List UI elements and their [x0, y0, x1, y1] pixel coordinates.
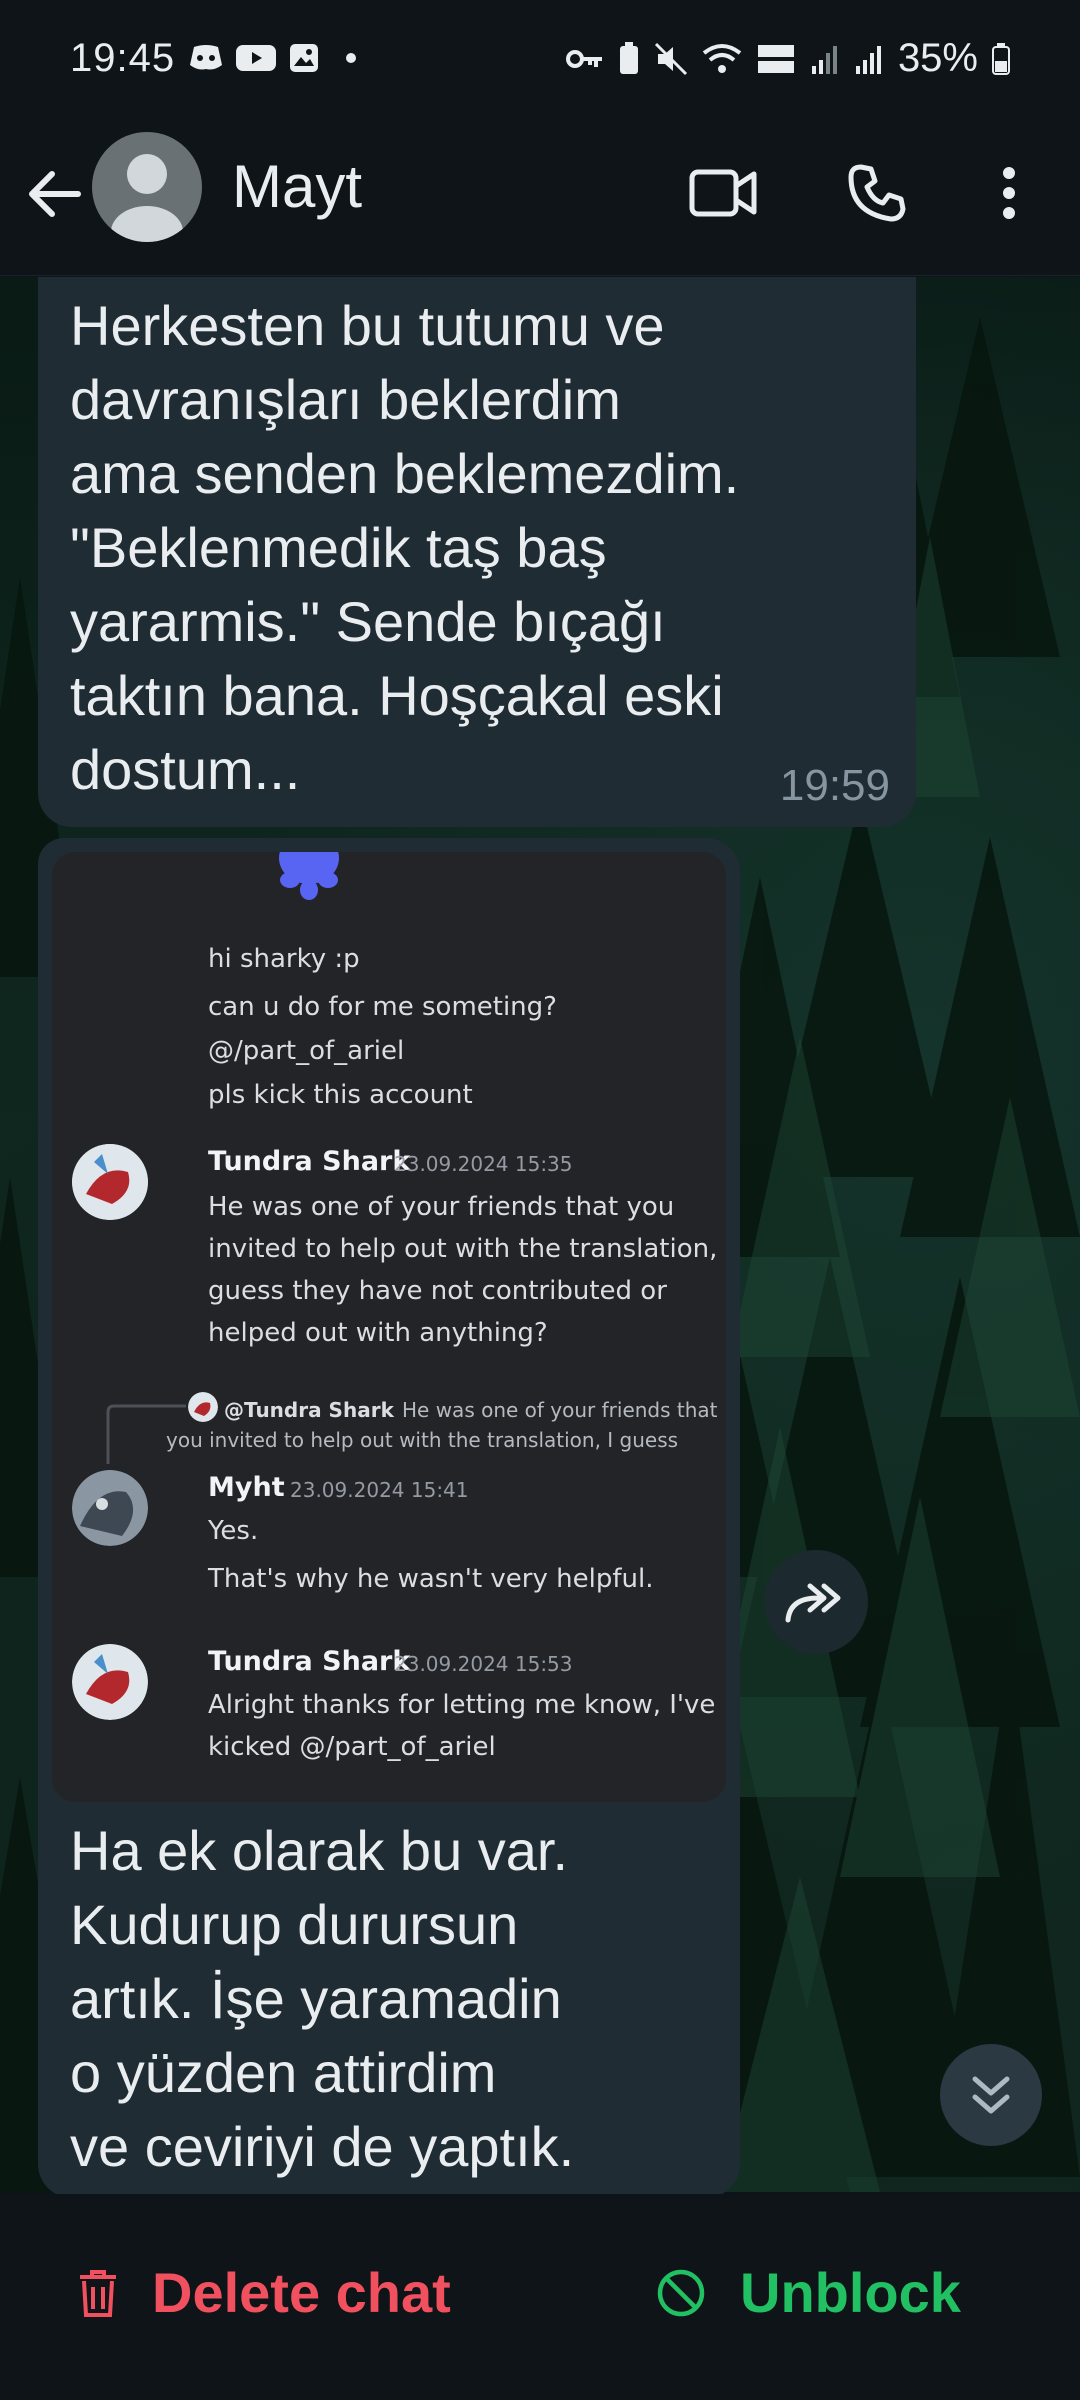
dot-icon — [346, 53, 356, 63]
signal1-icon — [811, 45, 837, 74]
screenshot-line: @/part_of_ariel — [208, 1036, 405, 1066]
avatar[interactable] — [92, 132, 202, 242]
youtube-icon — [236, 45, 276, 71]
message-time: 19:59 — [779, 761, 890, 810]
unblock-button[interactable]: Unblock — [656, 2260, 961, 2325]
status-time: 19:45 — [70, 36, 176, 80]
back-button[interactable] — [22, 162, 86, 226]
image-message-bubble[interactable]: hi sharky :p can u do for me someting? @… — [38, 838, 740, 2198]
post-line: helped out with anything? — [208, 1318, 548, 1348]
myht-avatar — [72, 1470, 148, 1546]
trash-icon — [80, 2269, 116, 2317]
more-vert-icon — [1003, 167, 1015, 219]
tundra-shark-avatar — [72, 1144, 148, 1220]
post-line: Alright thanks for letting me know, I've — [208, 1690, 716, 1720]
post-author: Tundra Shark — [208, 1146, 411, 1177]
attached-screenshot[interactable]: hi sharky :p can u do for me someting? @… — [52, 852, 726, 1802]
post-line: Yes. — [208, 1516, 259, 1546]
post-line: guess they have not contributed or — [208, 1276, 667, 1306]
message-text: Herkesten bu tutumu ve davranışları bekl… — [70, 294, 740, 801]
discord-icon — [190, 45, 222, 70]
volte-icon — [757, 44, 794, 73]
forward-button[interactable] — [764, 1550, 868, 1654]
voice-call-button[interactable] — [832, 148, 922, 238]
phone-icon — [848, 164, 906, 222]
delete-chat-label: Delete chat — [152, 2261, 451, 2324]
message-bubble[interactable]: Herkesten bu tutumu ve davranışları bekl… — [38, 277, 916, 827]
post-time: 23.09.2024 15:35 — [394, 1152, 573, 1176]
screenshot-line: pls kick this account — [208, 1080, 473, 1110]
avatar-icon — [111, 154, 183, 242]
status-bar: 19:45 35% — [0, 0, 1080, 120]
key-icon — [565, 49, 602, 68]
post-time: 23.09.2024 15:41 — [290, 1478, 469, 1502]
chat-header: Mayt — [0, 120, 1080, 276]
message-caption: Ha ek olarak bu var. Kudurup durursun ar… — [70, 1814, 720, 2184]
wifi-icon — [702, 43, 742, 73]
reply-preview: He was one of your friends that — [402, 1398, 718, 1422]
battery-level: 35% — [897, 36, 978, 80]
block-icon — [657, 2269, 705, 2316]
battery-saver-icon — [619, 41, 638, 74]
scroll-down-icon — [972, 2076, 1010, 2114]
battery-icon — [992, 42, 1010, 75]
gallery-icon — [290, 44, 318, 72]
reply-preview: you invited to help out with the transla… — [166, 1428, 679, 1452]
message-text: Ha ek olarak bu var. Kudurup durursun ar… — [70, 1819, 575, 2178]
screenshot-line: can u do for me someting? — [208, 992, 557, 1022]
screenshot-line: hi sharky :p — [208, 944, 360, 974]
video-call-icon — [689, 169, 757, 217]
tundra-shark-avatar — [72, 1644, 148, 1720]
forward-icon — [785, 1583, 841, 1623]
post-author: Myht — [208, 1472, 285, 1503]
contact-name[interactable]: Mayt — [232, 152, 362, 221]
signal2-icon — [855, 45, 881, 74]
post-line: That's why he wasn't very helpful. — [208, 1564, 654, 1594]
post-author: Tundra Shark — [208, 1646, 411, 1677]
unblock-label: Unblock — [740, 2261, 961, 2324]
mute-icon — [654, 42, 687, 75]
status-system-icons: 35% — [565, 36, 1010, 81]
post-line: He was one of your friends that you — [208, 1192, 675, 1222]
post-line: kicked @/part_of_ariel — [208, 1732, 496, 1762]
status-notification-icons — [188, 42, 356, 74]
reply-author: @Tundra Shark — [224, 1398, 394, 1422]
back-arrow-icon — [29, 171, 81, 217]
blocked-chat-actions: Delete chat Unblock — [0, 2194, 1080, 2400]
scroll-to-bottom-button[interactable] — [940, 2044, 1042, 2146]
more-options-button[interactable] — [964, 148, 1054, 238]
post-line: invited to help out with the translation… — [208, 1234, 726, 1264]
delete-chat-button[interactable]: Delete chat — [78, 2260, 451, 2325]
reply-avatar — [188, 1392, 218, 1422]
post-time: 23.09.2024 15:53 — [394, 1652, 573, 1676]
video-call-button[interactable] — [678, 148, 768, 238]
mascot-icon — [279, 852, 339, 900]
